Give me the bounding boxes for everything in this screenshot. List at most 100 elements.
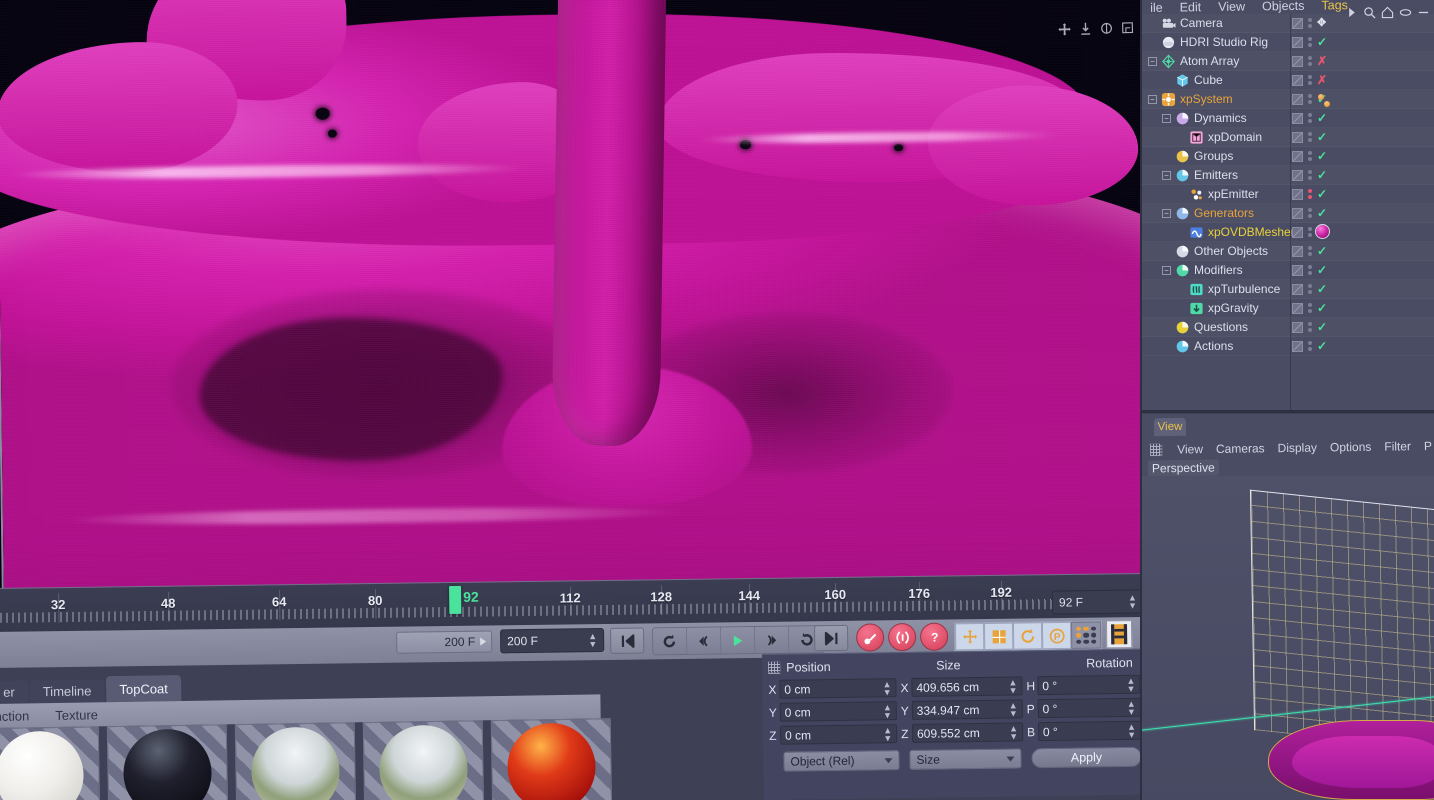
expander-toggle[interactable]: − [1162,170,1171,180]
object-tag-column[interactable]: ✓ [1286,147,1434,165]
viewport-nav-icon-group[interactable] [1057,21,1134,37]
render-visibility-tag[interactable] [1292,340,1303,352]
rotation-p-field[interactable]: 0 ° ▲ ▼ [1037,697,1141,719]
parameter-keys-button[interactable]: P [1041,621,1072,650]
go-to-start-button[interactable] [609,627,645,654]
object-menu-tags[interactable]: Tags [1321,0,1348,12]
menu-view[interactable]: View [1177,442,1203,456]
render-visibility-tag[interactable] [1292,283,1303,295]
object-tag-column[interactable]: ✓ [1286,33,1434,51]
size-y-field[interactable]: 334.947 cm ▲ ▼ [911,699,1023,720]
transport-button-group[interactable] [651,625,825,656]
rotation-b-field[interactable]: 0 ° ▲ ▼ [1037,720,1142,742]
object-tag-column[interactable]: ✓ [1286,242,1434,260]
render-visibility-tag[interactable] [1292,55,1303,67]
expander-toggle[interactable]: − [1162,265,1171,275]
render-visibility-tag[interactable] [1292,207,1303,219]
visibility-dots[interactable] [1308,94,1312,104]
zoom-icon[interactable] [1078,22,1092,36]
assigned-material-thumbnail[interactable] [1315,224,1330,239]
spinner-icon[interactable]: ▲ ▼ [883,725,892,743]
object-tag-column[interactable]: ✓ [1286,280,1434,298]
tag-dot-lower[interactable] [1324,101,1330,107]
make-preview-group[interactable] [1105,620,1133,649]
visibility-check-icon[interactable]: ✓ [1317,321,1327,333]
object-tag-column[interactable]: ✓ [1286,337,1434,355]
move-tag-icon[interactable]: ✥ [1317,17,1326,29]
visibility-dots[interactable] [1308,56,1312,66]
visibility-x-icon[interactable]: ✗ [1317,55,1327,67]
size-z-field[interactable]: 609.552 cm ▲ ▼ [911,722,1024,743]
visibility-check-icon[interactable]: ✓ [1317,112,1327,124]
visibility-dots[interactable] [1308,265,1312,275]
object-tag-column[interactable]: ✓ [1286,185,1434,203]
menu-panel[interactable]: P [1424,439,1432,453]
visibility-dots[interactable] [1308,227,1312,237]
visibility-dots[interactable] [1308,341,1312,351]
max-frame-field[interactable]: 200 F ▲ ▼ [500,628,605,654]
object-tag-column[interactable]: ✓ [1286,109,1434,127]
material-swatch[interactable] [362,720,485,800]
visibility-dots[interactable] [1308,189,1312,199]
tag-dot-upper[interactable] [1318,94,1324,100]
step-back-button[interactable] [687,627,722,654]
position-y-field[interactable]: 0 cm ▲ ▼ [779,701,897,722]
object-manager-panel[interactable]: ile Edit View Objects Tags Camera ✥ HDRI Studi… [1142,0,1434,412]
spinner-icon[interactable]: ▲ ▼ [883,702,892,720]
make-preview-button[interactable] [1105,620,1133,649]
play-button[interactable] [721,627,756,654]
horizontal-divider[interactable] [1142,410,1434,413]
keyframe-mode-group[interactable]: P [953,620,1103,652]
render-visibility-tag[interactable] [1292,93,1303,105]
material-manager-panel[interactable]: er Timeline TopCoat nction Texture [0,668,613,800]
spinner-icon[interactable]: ▲ ▼ [1008,677,1017,695]
go-to-start-group[interactable] [609,627,645,654]
object-tag-column[interactable]: ✗ [1286,71,1434,89]
object-tree-row[interactable]: HDRI Studio Rig ✓ [1142,33,1434,52]
object-tree-row[interactable]: − Modifiers ✓ [1142,261,1434,280]
perspective-viewport[interactable] [0,0,1142,592]
current-frame-field[interactable]: 92 F ▲ ▼ [1051,589,1145,615]
expander-toggle[interactable]: − [1162,208,1171,218]
material-manager-tab-bar[interactable]: er Timeline TopCoat [0,675,183,704]
visibility-dots[interactable] [1308,208,1312,218]
render-visibility-tag[interactable] [1292,188,1303,200]
scale-keys-button[interactable] [983,622,1014,651]
visibility-check-icon[interactable]: ✓ [1317,131,1327,143]
object-tag-column[interactable]: ✓ [1286,128,1434,146]
spinner-icon[interactable]: ▲ ▼ [882,679,891,697]
move-icon[interactable] [1057,22,1071,36]
visibility-dots[interactable] [1308,322,1312,332]
object-menu-edit[interactable]: Edit [1180,0,1202,14]
object-tag-column[interactable]: ✥ [1286,14,1434,32]
material-swatch[interactable] [234,722,357,800]
spinner-icon[interactable]: ▲ ▼ [588,631,597,649]
object-tree-row[interactable]: xpDomain ✓ [1142,128,1434,147]
object-tag-column[interactable]: ✗ [1286,52,1434,70]
material-swatch-list[interactable] [0,718,613,800]
object-tree-row[interactable]: Actions ✓ [1142,337,1434,356]
material-swatch[interactable] [0,726,101,800]
visibility-check-icon[interactable]: ✓ [1317,264,1327,276]
object-tree-row[interactable]: Other Objects ✓ [1142,242,1434,261]
object-tree-row[interactable]: xpEmitter ✓ [1142,185,1434,204]
previous-keyframe-button[interactable] [653,627,688,655]
visibility-dots[interactable] [1308,37,1312,47]
object-tree-row[interactable]: xpTurbulence ✓ [1142,280,1434,299]
object-tree-row[interactable]: xpGravity ✓ [1142,299,1434,318]
object-tree-row[interactable]: − Generators ✓ [1142,204,1434,223]
visibility-check-icon[interactable]: ✓ [1317,283,1327,295]
object-tag-column[interactable]: ✓ [1286,261,1434,279]
go-to-end-button[interactable] [813,624,849,652]
object-tree-row[interactable]: xpOVDBMesher✓ [1142,223,1434,242]
record-button-group[interactable]: ? [855,622,952,652]
visibility-check-icon[interactable]: ✓ [1317,207,1327,219]
visibility-dots[interactable] [1308,75,1312,85]
material-swatch[interactable] [490,718,613,800]
material-swatch[interactable] [106,724,229,800]
render-visibility-tag[interactable] [1292,36,1303,48]
object-tree-row[interactable]: Groups ✓ [1142,147,1434,166]
step-forward-button[interactable] [755,626,790,654]
visibility-check-icon[interactable]: ✓ [1317,302,1327,314]
object-tag-column[interactable]: ✓ [1286,204,1434,222]
